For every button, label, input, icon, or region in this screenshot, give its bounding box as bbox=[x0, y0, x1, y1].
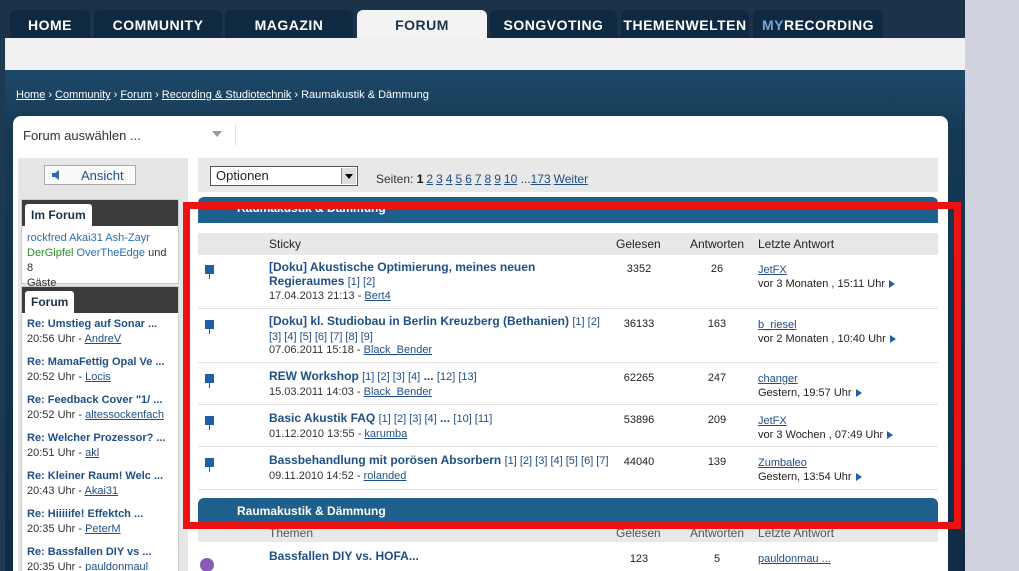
breadcrumb: Home › Community › Forum › Recording & Studiot… bbox=[16, 89, 429, 101]
post-user-link[interactable]: akl bbox=[85, 447, 99, 459]
who-is-online-box: Im Forum rockfred Akai31 Ash-Zayr DerGip… bbox=[21, 199, 179, 289]
online-users-list[interactable]: rockfred Akai31 Ash-Zayr bbox=[27, 232, 150, 244]
page-link[interactable]: 2 bbox=[426, 172, 433, 186]
options-select[interactable]: Optionen bbox=[210, 166, 358, 186]
box-title: Forum bbox=[25, 291, 75, 313]
tab-community[interactable]: COMMUNITY bbox=[94, 10, 222, 38]
post-title[interactable]: Re: Welcher Prozessor? ... bbox=[27, 432, 173, 444]
post-user-link[interactable]: AndreV bbox=[84, 333, 121, 345]
replies-count: 5 bbox=[713, 553, 721, 565]
page-link[interactable]: 4 bbox=[446, 172, 453, 186]
post-title[interactable]: Re: Umstieg auf Sonar ... bbox=[27, 318, 173, 330]
list-item[interactable]: Re: Kleiner Raum! Welc ... 20:43 Uhr - Ak… bbox=[22, 465, 178, 503]
box-header: Im Forum bbox=[22, 200, 178, 226]
breadcrumb-recording[interactable]: Recording & Studiotechnik bbox=[162, 89, 292, 101]
post-user-link[interactable]: altessockenfach bbox=[85, 409, 164, 421]
post-time: 20:52 Uhr - bbox=[27, 409, 83, 421]
online-user[interactable]: OverTheEdge bbox=[77, 247, 145, 259]
tab-myrecording[interactable]: MyRECORDING bbox=[753, 10, 883, 38]
tab-songvoting[interactable]: SONGVOTING bbox=[490, 10, 617, 38]
list-item[interactable]: Re: Hiiiiife! Effektch ... 20:35 Uhr - Pe… bbox=[22, 503, 178, 541]
breadcrumb-separator: › bbox=[48, 89, 53, 101]
post-title[interactable]: Re: Feedback Cover "1/ ... bbox=[27, 394, 173, 406]
last-page-link[interactable]: 173 bbox=[531, 172, 551, 186]
chevron-down-icon[interactable] bbox=[341, 168, 356, 184]
tab-forum[interactable]: FORUM bbox=[357, 10, 487, 38]
page-link[interactable]: 3 bbox=[436, 172, 443, 186]
table-row[interactable]: Bassfallen DIY vs. HOFA... 123 5 pauldon… bbox=[198, 543, 938, 571]
box-title: Im Forum bbox=[25, 204, 92, 226]
post-time: 20:43 Uhr - bbox=[27, 485, 83, 497]
breadcrumb-community[interactable]: Community bbox=[55, 89, 111, 101]
main-navigation: HOME COMMUNITY MAGAZIN FORUM SONGVOTING … bbox=[0, 0, 965, 38]
page-link[interactable]: 10 bbox=[504, 172, 517, 186]
ansicht-button-label: Ansicht bbox=[81, 168, 124, 183]
box-header: Forum bbox=[22, 287, 178, 313]
post-title[interactable]: Re: Hiiiiife! Effektch ... bbox=[27, 508, 173, 520]
views-count: 123 bbox=[629, 553, 649, 565]
list-item[interactable]: Re: MamaFettig Opal Ve ... 20:52 Uhr - Lo… bbox=[22, 351, 178, 389]
current-page: 1 bbox=[416, 172, 424, 186]
page-link[interactable]: 6 bbox=[465, 172, 472, 186]
forum-select-dropdown[interactable]: Forum auswählen ... bbox=[23, 128, 141, 143]
post-user-link[interactable]: PeterM bbox=[85, 523, 120, 535]
page-link[interactable]: 7 bbox=[475, 172, 482, 186]
page-link[interactable]: 8 bbox=[485, 172, 492, 186]
latest-posts-box: Forum Re: Umstieg auf Sonar ... 20:56 Uhr… bbox=[21, 286, 179, 571]
post-title[interactable]: Re: Kleiner Raum! Welc ... bbox=[27, 470, 173, 482]
last-reply-user[interactable]: pauldonmau ... bbox=[758, 553, 831, 565]
pagination: Seiten: 1 2 3 4 5 6 7 8 9 10 ...173 Weiter bbox=[376, 172, 588, 186]
post-time: 20:52 Uhr - bbox=[27, 371, 83, 383]
breadcrumb-separator: › bbox=[113, 89, 118, 101]
page-link[interactable]: 9 bbox=[494, 172, 501, 186]
arrow-left-icon bbox=[52, 170, 59, 180]
tab-my-prefix: My bbox=[761, 17, 784, 33]
options-select-value: Optionen bbox=[216, 168, 269, 183]
post-time: 20:35 Uhr - bbox=[27, 523, 83, 535]
page-background-right bbox=[965, 0, 1019, 571]
post-time: 20:51 Uhr - bbox=[27, 447, 83, 459]
divider bbox=[235, 124, 236, 146]
page-link[interactable]: 5 bbox=[455, 172, 462, 186]
post-title[interactable]: Re: Bassfallen DIY vs ... bbox=[27, 546, 173, 558]
tab-themenwelten[interactable]: THEMENWELTEN bbox=[621, 10, 749, 38]
next-page-link[interactable]: Weiter bbox=[554, 172, 588, 186]
tab-home[interactable]: HOME bbox=[10, 10, 90, 38]
breadcrumb-separator: › bbox=[294, 89, 299, 101]
breadcrumb-home[interactable]: Home bbox=[16, 89, 45, 101]
post-user-link[interactable]: pauldonmaul bbox=[85, 561, 148, 571]
list-item[interactable]: Re: Bassfallen DIY vs ... 20:35 Uhr - pau… bbox=[22, 541, 178, 571]
thread-title[interactable]: Bassfallen DIY vs. HOFA... bbox=[269, 549, 419, 563]
highlight-annotation-box bbox=[183, 202, 961, 529]
list-item[interactable]: Re: Welcher Prozessor? ... 20:51 Uhr - ak… bbox=[22, 427, 178, 465]
post-time: 20:56 Uhr - bbox=[27, 333, 83, 345]
sub-navigation-bar bbox=[5, 38, 965, 70]
pages-ellipsis: ... bbox=[520, 172, 531, 186]
chevron-down-icon[interactable] bbox=[212, 131, 222, 137]
post-time: 20:35 Uhr - bbox=[27, 561, 83, 571]
pages-label: Seiten: bbox=[376, 172, 414, 186]
list-item[interactable]: Re: Feedback Cover "1/ ... 20:52 Uhr - al… bbox=[22, 389, 178, 427]
tab-myrecording-label: RECORDING bbox=[783, 17, 875, 33]
post-title[interactable]: Re: MamaFettig Opal Ve ... bbox=[27, 356, 173, 368]
online-user-highlight[interactable]: DerGipfel bbox=[27, 247, 73, 259]
thread-status-icon bbox=[200, 558, 214, 571]
post-user-link[interactable]: Locis bbox=[85, 371, 111, 383]
breadcrumb-separator: › bbox=[155, 89, 159, 101]
post-user-link[interactable]: Akai31 bbox=[84, 485, 118, 497]
breadcrumb-forum[interactable]: Forum bbox=[120, 89, 152, 101]
breadcrumb-current: Raumakustik & Dämmung bbox=[301, 89, 429, 101]
list-item[interactable]: Re: Umstieg auf Sonar ... 20:56 Uhr - And… bbox=[22, 313, 178, 351]
ansicht-button[interactable]: Ansicht bbox=[44, 165, 136, 185]
tab-magazin[interactable]: MAGAZIN bbox=[225, 10, 353, 38]
